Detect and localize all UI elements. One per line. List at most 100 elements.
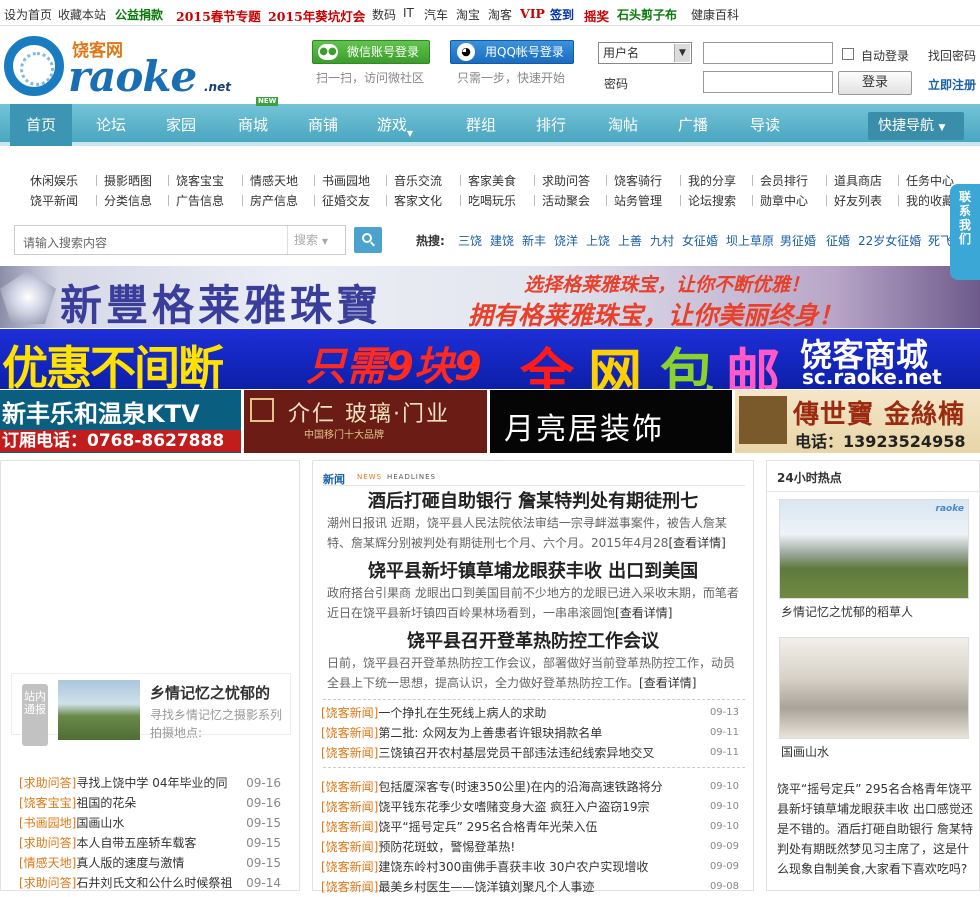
news-item-title[interactable]: 一个挣扎在生死线上病人的求助: [378, 706, 546, 720]
news-item[interactable]: [饶客新闻]三饶镇召开农村基层党员干部违法违纪线索异地交叉 09-11: [321, 743, 747, 763]
hot-search-term[interactable]: 死飞: [928, 232, 952, 249]
list-item-category[interactable]: [书画园地]: [19, 816, 76, 830]
contact-us-float[interactable]: 联系我们: [950, 184, 980, 280]
login-button[interactable]: 登录: [838, 71, 912, 95]
news-item-title[interactable]: 第二批: 众网友为上善患者许银玦捐款名单: [378, 726, 602, 740]
list-item-title[interactable]: 国画山水: [76, 816, 124, 830]
list-item-title[interactable]: 祖国的花朵: [76, 796, 136, 810]
sub-link[interactable]: 征婚交友: [322, 192, 370, 209]
nanmu-banner-ad[interactable]: 傳世寶 金絲楠 电话：13923524958: [735, 390, 980, 453]
sub-link[interactable]: 求助问答: [542, 172, 590, 189]
password-input[interactable]: [703, 71, 833, 93]
news-item-category[interactable]: [饶客新闻]: [321, 880, 378, 894]
charity-link[interactable]: 公益捐款: [115, 6, 163, 23]
sub-link[interactable]: 休闲娱乐: [30, 172, 78, 189]
news-item-category[interactable]: [饶客新闻]: [321, 800, 378, 814]
news-item[interactable]: [饶客新闻]预防花斑蚊，警惕登革热! 09-09: [321, 837, 747, 857]
list-item-category[interactable]: [饶客宝宝]: [19, 796, 76, 810]
digital-link[interactable]: 数码: [372, 6, 396, 23]
sub-link[interactable]: 会员排行: [760, 172, 808, 189]
news-item[interactable]: [饶客新闻]最美乡村医生——饶洋镇刘聚凡个人事迹 09-08: [321, 877, 747, 897]
search-button[interactable]: [354, 227, 382, 253]
mall-banner-ad[interactable]: 优惠不间断 只需9块9 全 网 包 邮 饶客商城 sc.raoke.net: [0, 329, 980, 389]
hot-search-term[interactable]: 22岁女征婚: [858, 232, 921, 249]
hot-search-term[interactable]: 九村: [650, 232, 674, 249]
nav-home-space[interactable]: 家园: [150, 104, 212, 146]
sub-link[interactable]: 道具商店: [834, 172, 882, 189]
news-item-title[interactable]: 建饶东岭村300亩佛手喜获丰收 30户农户实现增收: [378, 860, 648, 874]
hot-photo-1[interactable]: raoke: [779, 499, 969, 599]
nav-collections[interactable]: 淘帖: [592, 104, 654, 146]
headline-1[interactable]: 酒后打砸自助银行 詹某特判处有期徒刑七: [313, 487, 753, 513]
sub-link[interactable]: 音乐交流: [394, 172, 442, 189]
list-item[interactable]: [情感天地]真人版的速度与激情 09-15: [19, 853, 289, 873]
sub-link[interactable]: 饶客骑行: [614, 172, 662, 189]
wechat-login-button[interactable]: ●● 微信账号登录: [312, 40, 430, 64]
headline-2[interactable]: 饶平县新圩镇草埔龙眼获丰收 出口到美国: [313, 557, 753, 583]
decoration-banner-ad[interactable]: 月亮居装饰: [490, 390, 732, 453]
list-item-category[interactable]: [求助问答]: [19, 776, 76, 790]
hot-search-term[interactable]: 饶洋: [554, 232, 578, 249]
nav-guide[interactable]: 导读: [734, 104, 796, 146]
sub-link[interactable]: 饶客宝宝: [176, 172, 224, 189]
hot-search-term[interactable]: 征婚: [826, 232, 850, 249]
rock-paper-scissors-link[interactable]: 石头剪子布: [617, 6, 677, 23]
news-item-category[interactable]: [饶客新闻]: [321, 746, 378, 760]
health-link[interactable]: 健康百科: [691, 6, 739, 23]
jewelry-banner-ad[interactable]: 新豐格莱雅珠寶 选择格莱雅珠宝，让你不断优雅！ 拥有格莱雅珠宝，让你美丽终身！: [0, 266, 980, 328]
news-item-category[interactable]: [饶客新闻]: [321, 840, 378, 854]
headline-3[interactable]: 饶平县召开登革热防控工作会议: [313, 627, 753, 653]
list-item-title[interactable]: 石井刘氏文和公什么时候祭祖: [76, 876, 232, 890]
lottery-link[interactable]: 摇奖: [584, 6, 609, 25]
sub-link[interactable]: 客家文化: [394, 192, 442, 209]
news-item-category[interactable]: [饶客新闻]: [321, 860, 378, 874]
hot-search-term[interactable]: 三饶: [458, 232, 482, 249]
sub-link[interactable]: 论坛搜索: [688, 192, 736, 209]
nav-ranking[interactable]: 排行: [520, 104, 582, 146]
hot-photo-2[interactable]: [779, 637, 969, 739]
bookmark-link[interactable]: 收藏本站: [58, 6, 106, 23]
list-item[interactable]: [求助问答]石井刘氏文和公什么时候祭祖 09-14: [19, 873, 289, 893]
site-logo[interactable]: 饶客网 raoke .net: [0, 30, 240, 102]
list-item[interactable]: [书画园地]国画山水 09-15: [19, 813, 289, 833]
hot-search-term[interactable]: 坝上草原: [726, 232, 774, 249]
ktv-banner-ad[interactable]: 新丰乐和温泉KTV 订厢电话：0768-8627888: [0, 390, 241, 453]
spring-festival-link[interactable]: 2015春节专题: [176, 6, 261, 25]
set-homepage-link[interactable]: 设为首页: [4, 6, 52, 23]
featured-thumbnail[interactable]: [58, 680, 140, 740]
news-item-title[interactable]: 预防花斑蚊，警惕登革热!: [378, 840, 515, 854]
headline-1-more-link[interactable]: [查看详情]: [668, 536, 725, 550]
sub-link[interactable]: 吃喝玩乐: [468, 192, 516, 209]
sub-link[interactable]: 站务管理: [614, 192, 662, 209]
news-item-category[interactable]: [饶客新闻]: [321, 820, 378, 834]
news-item[interactable]: [饶客新闻]包括厦深客专(时速350公里)在内的沿海高速铁路将分 09-10: [321, 777, 747, 797]
hot-caption-2[interactable]: 国画山水: [781, 743, 829, 760]
news-item[interactable]: [饶客新闻]建饶东岭村300亩佛手喜获丰收 30户农户实现增收 09-09: [321, 857, 747, 877]
sub-link[interactable]: 饶平新闻: [30, 192, 78, 209]
news-item-title[interactable]: 最美乡村医生——饶洋镇刘聚凡个人事迹: [378, 880, 594, 894]
news-item-title[interactable]: 饶平钱东花季少女嗜赌变身大盗 疯狂入户盗窃19宗: [378, 800, 649, 814]
list-item[interactable]: [求助问答]本人自带五座轿车载客 09-15: [19, 833, 289, 853]
taoke-link[interactable]: 淘客: [488, 6, 512, 23]
news-item-category[interactable]: [饶客新闻]: [321, 726, 378, 740]
news-item-category[interactable]: [饶客新闻]: [321, 780, 378, 794]
news-item-title[interactable]: 三饶镇召开农村基层党员干部违法违纪线索异地交叉: [378, 746, 654, 760]
list-item-title[interactable]: 本人自带五座轿车载客: [76, 836, 196, 850]
hot-search-term[interactable]: 上饶: [586, 232, 610, 249]
sub-link[interactable]: 任务中心: [906, 172, 954, 189]
list-item[interactable]: [求助问答]寻找上饶中学 04年毕业的同 09-16: [19, 773, 289, 793]
featured-title[interactable]: 乡情记忆之忧郁的: [150, 682, 270, 703]
list-item-category[interactable]: [求助问答]: [19, 876, 76, 890]
list-item-category[interactable]: [求助问答]: [19, 836, 76, 850]
hot-search-term[interactable]: 建饶: [490, 232, 514, 249]
sub-link[interactable]: 摄影晒图: [104, 172, 152, 189]
qq-login-button[interactable]: ◕ 用QQ帐号登录: [450, 40, 574, 64]
nav-shops[interactable]: 商铺: [292, 104, 354, 146]
username-type-select[interactable]: 用户名 ▼: [598, 42, 692, 64]
search-input[interactable]: 请输入搜索内容 搜索 ▼: [14, 225, 346, 255]
vip-link[interactable]: VIP: [520, 6, 545, 21]
hot-text-list[interactable]: 饶平“摇号定兵” 295名合格青年饶平县新圩镇草埔龙眼获丰收 出口感觉还是不错的…: [777, 779, 977, 879]
list-item-category[interactable]: [情感天地]: [19, 856, 76, 870]
register-link[interactable]: 立即注册: [928, 76, 976, 93]
news-item[interactable]: [饶客新闻]第二批: 众网友为上善患者许银玦捐款名单 09-11: [321, 723, 747, 743]
